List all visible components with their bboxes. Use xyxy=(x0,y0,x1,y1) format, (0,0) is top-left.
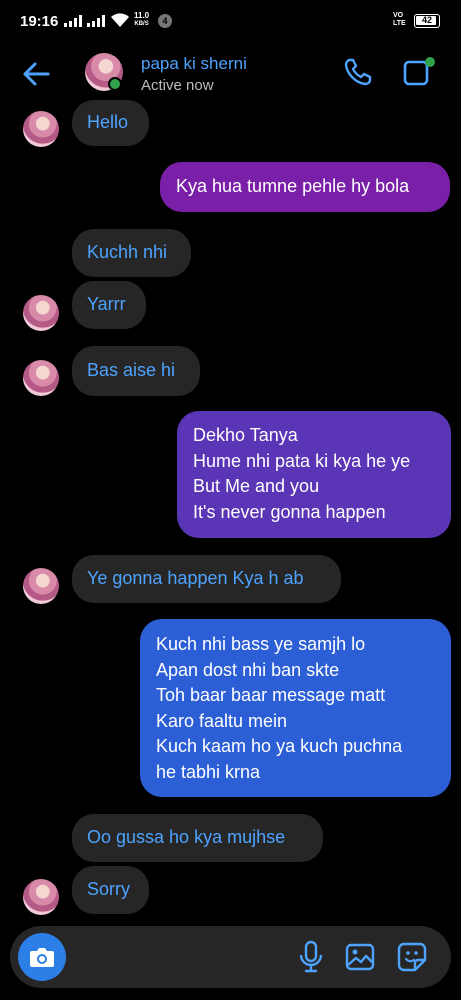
contact-avatar-small[interactable] xyxy=(23,111,59,147)
message-text: Yarrr xyxy=(87,294,126,314)
status-bar: 19:16 11.0 KB/S 4 VO LTE 42 xyxy=(0,0,461,44)
contact-avatar-small[interactable] xyxy=(23,360,59,396)
incoming-message[interactable]: Yarrr xyxy=(72,281,146,329)
incoming-message[interactable]: Hello xyxy=(72,100,149,146)
signal-icon xyxy=(64,15,82,27)
incoming-message[interactable]: Ye gonna happen Kya h ab xyxy=(72,555,341,603)
contact-avatar-small[interactable] xyxy=(23,568,59,604)
incoming-message[interactable]: Kuchh nhi xyxy=(72,229,191,277)
message-text: Kuchh nhi xyxy=(87,242,168,262)
network-speed-unit: KB/S xyxy=(134,21,149,27)
contact-status: Active now xyxy=(141,77,214,94)
outgoing-message[interactable]: Kuch nhi bass ye samjh lo Apan dost nhi … xyxy=(140,619,451,797)
microphone-icon[interactable] xyxy=(298,940,324,974)
message-text: Kya hua tumne pehle hy bola xyxy=(176,176,410,196)
chat-screen: 19:16 11.0 KB/S 4 VO LTE 42 papa ki sher… xyxy=(0,0,461,1000)
message-line: Apan dost nhi ban skte xyxy=(156,659,340,680)
notification-badge: 4 xyxy=(158,14,172,28)
network-speed: 11.0 KB/S xyxy=(134,12,149,28)
outgoing-message[interactable]: Kya hua tumne pehle hy bola xyxy=(160,162,450,212)
image-icon[interactable] xyxy=(344,941,376,973)
message-line: Hume nhi pata ki kya he ye xyxy=(193,450,411,471)
message-text: Oo gussa ho kya mujhse xyxy=(87,827,286,847)
wifi-icon xyxy=(111,13,129,27)
contact-name[interactable]: papa ki sherni xyxy=(141,54,247,74)
incoming-message[interactable]: Bas aise hi xyxy=(72,346,200,396)
message-text: Bas aise hi xyxy=(87,360,176,380)
video-camera-icon[interactable] xyxy=(402,56,436,88)
message-line: he tabhi krna xyxy=(156,761,261,782)
signal-icon xyxy=(87,15,105,27)
incoming-message[interactable]: Oo gussa ho kya mujhse xyxy=(72,814,323,862)
message-line: Kuch kaam ho ya kuch puchna xyxy=(156,736,403,756)
battery-icon: 42 xyxy=(414,14,440,28)
contact-avatar-small[interactable] xyxy=(23,879,59,915)
back-arrow-icon[interactable] xyxy=(20,58,52,90)
message-line: But Me and you xyxy=(193,476,320,496)
chat-header: papa ki sherni Active now xyxy=(0,44,461,104)
volte-top: VO xyxy=(393,12,404,19)
volte-bottom: LTE xyxy=(393,20,406,27)
status-time: 19:16 xyxy=(20,13,59,30)
message-text: Ye gonna happen Kya h ab xyxy=(87,568,304,588)
incoming-message[interactable]: Sorry xyxy=(72,866,149,914)
message-text: Hello xyxy=(87,112,129,132)
message-line: Toh baar baar message matt xyxy=(156,685,386,705)
message-composer[interactable] xyxy=(10,926,451,988)
outgoing-message[interactable]: Dekho Tanya Hume nhi pata ki kya he ye B… xyxy=(177,411,451,538)
network-speed-value: 11.0 xyxy=(134,11,150,20)
message-line: Karo faaltu mein xyxy=(156,710,288,731)
message-line: Dekho Tanya xyxy=(193,425,298,445)
camera-icon xyxy=(30,948,54,967)
camera-button[interactable] xyxy=(18,933,66,981)
phone-icon[interactable] xyxy=(342,56,374,88)
contact-avatar-small[interactable] xyxy=(23,295,59,331)
online-indicator xyxy=(108,77,122,91)
sticker-icon[interactable] xyxy=(396,941,428,973)
battery-level: 42 xyxy=(421,15,432,25)
message-line: It's never gonna happen xyxy=(193,501,386,522)
message-line: Kuch nhi bass ye samjh lo xyxy=(156,634,366,654)
message-text: Sorry xyxy=(87,879,131,899)
volte-indicator: VO LTE xyxy=(393,12,406,28)
